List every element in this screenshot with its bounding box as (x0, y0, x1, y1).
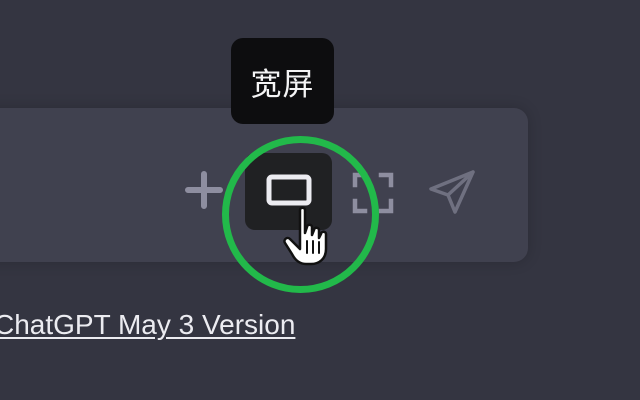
paper-plane-icon (429, 170, 475, 214)
version-link[interactable]: ChatGPT May 3 Version (0, 311, 295, 339)
fullscreen-button[interactable] (346, 166, 400, 220)
send-button[interactable] (424, 164, 480, 220)
widescreen-icon (266, 174, 311, 205)
widescreen-tooltip: 宽屏 (231, 38, 334, 124)
fullscreen-icon (352, 172, 394, 214)
plus-button[interactable] (180, 166, 228, 214)
plus-icon (185, 171, 223, 209)
widescreen-button[interactable] (245, 153, 332, 230)
